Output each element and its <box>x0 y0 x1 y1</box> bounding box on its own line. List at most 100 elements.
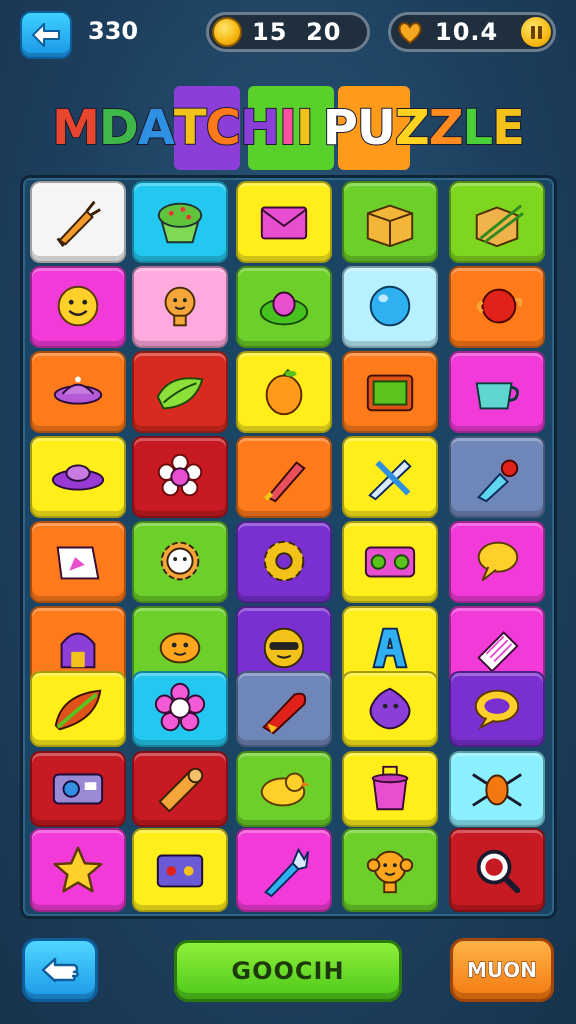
board-tile[interactable] <box>449 521 545 603</box>
board-tile[interactable] <box>449 181 545 263</box>
board-tile[interactable] <box>449 828 545 912</box>
board-tile[interactable] <box>342 751 438 827</box>
paintbrush-icon <box>477 459 519 503</box>
title-letter: Z <box>428 99 465 157</box>
title-letter: D <box>98 99 140 157</box>
board-tile[interactable] <box>236 671 332 747</box>
title-letter <box>313 100 323 156</box>
lives-counter: 10.4 <box>388 12 556 52</box>
board-tile[interactable] <box>342 521 438 603</box>
top-hud: 330 15 20 10.4 <box>0 0 576 66</box>
board-tile[interactable] <box>342 181 438 263</box>
title-letter: E <box>491 99 526 157</box>
board-tile[interactable] <box>30 671 126 747</box>
orange-fruit-icon <box>265 368 303 416</box>
board-tile[interactable] <box>236 521 332 603</box>
board-tile[interactable] <box>132 751 228 827</box>
secondary-button[interactable]: MUON <box>450 938 554 1002</box>
wrench-icon <box>264 847 310 898</box>
game-title: MDATCHII PUZZLE <box>30 86 546 170</box>
title-letter: A <box>137 99 176 157</box>
title-letter: L <box>462 99 495 157</box>
primary-button[interactable]: GOOCIH <box>174 940 402 1002</box>
board-tile[interactable] <box>236 751 332 827</box>
title-letter: U <box>356 99 397 157</box>
board-tile[interactable] <box>342 351 438 433</box>
board-tile[interactable] <box>342 436 438 518</box>
purple-blob-icon <box>369 687 411 730</box>
carrot-icon <box>56 200 101 248</box>
board-tile[interactable] <box>449 266 545 348</box>
envelope-icon <box>260 206 308 240</box>
board-tile[interactable] <box>30 181 126 263</box>
pause-button[interactable] <box>521 17 551 47</box>
flying-saucer-icon <box>51 464 105 491</box>
letter-a-icon <box>372 627 408 669</box>
puzzle-board <box>20 175 557 919</box>
board-tile[interactable] <box>30 828 126 912</box>
magnifier-icon <box>476 849 521 894</box>
board-tile[interactable] <box>132 521 228 603</box>
bug-icon <box>472 773 522 807</box>
box-icon <box>366 204 414 248</box>
pot-icon <box>371 765 409 811</box>
board-tile[interactable] <box>342 828 438 912</box>
balloon-icon <box>369 285 411 327</box>
board-tile[interactable] <box>449 351 545 433</box>
title-letter: H <box>239 99 281 157</box>
bird-icon <box>260 772 311 807</box>
board-tile[interactable] <box>236 351 332 433</box>
board-tile[interactable] <box>236 181 332 263</box>
board-tile[interactable] <box>342 671 438 747</box>
board-tile[interactable] <box>449 751 545 827</box>
card-icon <box>56 546 100 580</box>
board-tile[interactable] <box>236 436 332 518</box>
camera-icon <box>52 773 104 805</box>
board-tile[interactable] <box>236 828 332 912</box>
bottom-back-button[interactable] <box>22 938 98 1002</box>
board-tile[interactable] <box>132 671 228 747</box>
egg-icon <box>259 291 309 326</box>
board-tile[interactable] <box>30 521 126 603</box>
board-tile[interactable] <box>132 436 228 518</box>
board-tile[interactable] <box>30 751 126 827</box>
board-tile[interactable] <box>449 671 545 747</box>
board-tile[interactable] <box>236 266 332 348</box>
gear-face-icon <box>160 541 200 581</box>
crossed-blades-icon <box>368 459 412 501</box>
board-tile[interactable] <box>132 828 228 912</box>
ufo-bowl-icon <box>53 376 103 405</box>
red-pot-icon <box>476 288 523 324</box>
board-tile[interactable] <box>30 436 126 518</box>
radio-icon <box>364 546 416 578</box>
board-tile[interactable] <box>342 266 438 348</box>
leaf-icon <box>156 377 204 410</box>
score-value: 330 <box>88 17 139 45</box>
speech-bubble-icon <box>477 541 519 582</box>
board-tile[interactable] <box>449 436 545 518</box>
back-button[interactable] <box>20 11 72 59</box>
pointing-hand-icon <box>41 957 79 983</box>
board-tile[interactable] <box>132 266 228 348</box>
fish-face-icon <box>159 632 201 664</box>
monkey-icon <box>366 850 414 894</box>
board-tile[interactable] <box>132 351 228 433</box>
coins-value: 15 20 <box>252 18 342 46</box>
cupcake-icon <box>157 202 203 244</box>
title-letter: P <box>322 99 359 157</box>
arch-icon <box>60 632 96 669</box>
board-tile[interactable] <box>30 266 126 348</box>
lives-value: 10.4 <box>435 18 499 46</box>
coin-icon <box>212 17 242 47</box>
gadget-box-icon <box>156 854 204 888</box>
smiley-face-icon <box>57 285 99 327</box>
flower-icon <box>157 453 203 497</box>
title-text: MDATCHII PUZZLE <box>30 99 546 157</box>
picture-frame-icon <box>366 374 414 412</box>
board-tile[interactable] <box>132 181 228 263</box>
title-letter: M <box>51 99 101 157</box>
board-tile[interactable] <box>30 351 126 433</box>
eraser-icon <box>477 631 519 673</box>
coins-counter: 15 20 <box>206 12 370 52</box>
title-letter: T <box>173 99 208 157</box>
